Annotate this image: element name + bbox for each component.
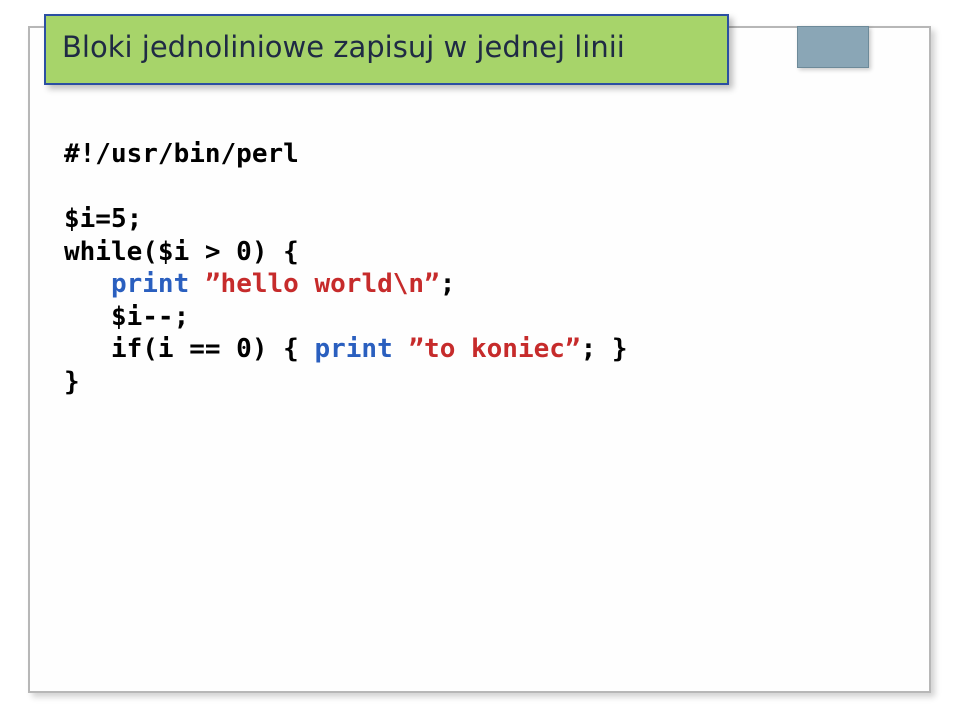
code-l6-pre: if(i == 0) { bbox=[64, 334, 314, 364]
code-line-3: while($i > 0) { bbox=[64, 237, 299, 267]
slide: Bloki jednoliniowe zapisuj w jednej lini… bbox=[0, 0, 959, 719]
code-block: #!/usr/bin/perl $i=5; while($i > 0) { pr… bbox=[64, 138, 895, 398]
code-l6-post: ; } bbox=[581, 334, 628, 364]
code-l4-space bbox=[189, 269, 205, 299]
code-l6-print: print bbox=[314, 334, 392, 364]
code-l4-print: print bbox=[111, 269, 189, 299]
code-line-1: #!/usr/bin/perl bbox=[64, 139, 299, 169]
title-box: Bloki jednoliniowe zapisuj w jednej lini… bbox=[44, 14, 729, 85]
code-l4-string: ”hello world\n” bbox=[205, 269, 440, 299]
code-l4-semi: ; bbox=[440, 269, 456, 299]
code-line-2: $i=5; bbox=[64, 204, 142, 234]
code-l6-string: ”to koniec” bbox=[408, 334, 580, 364]
corner-tab bbox=[797, 26, 869, 68]
code-l6-space bbox=[393, 334, 409, 364]
code-l4-indent bbox=[64, 269, 111, 299]
code-line-5: $i--; bbox=[64, 302, 189, 332]
code-line-7: } bbox=[64, 367, 80, 397]
slide-frame: Bloki jednoliniowe zapisuj w jednej lini… bbox=[28, 26, 931, 693]
slide-title: Bloki jednoliniowe zapisuj w jednej lini… bbox=[62, 30, 711, 65]
